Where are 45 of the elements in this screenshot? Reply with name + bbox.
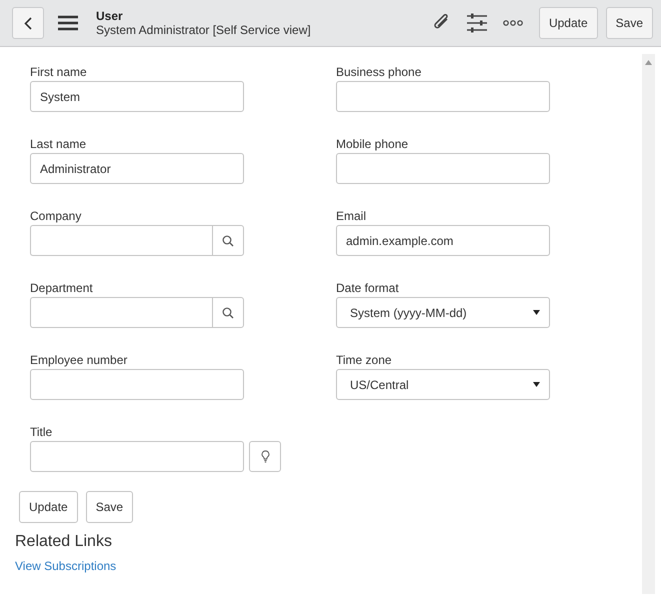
scroll-up-icon bbox=[645, 60, 652, 65]
reference-field[interactable] bbox=[30, 297, 212, 328]
caret-icon bbox=[533, 310, 540, 315]
select-field[interactable]: US/Central bbox=[336, 369, 550, 400]
form-button[interactable]: Update bbox=[19, 491, 78, 523]
text-field[interactable] bbox=[30, 441, 244, 472]
select-field[interactable]: System (yyyy-MM-dd) bbox=[336, 297, 550, 328]
field-label: Company bbox=[30, 209, 82, 224]
field-label: Mobile phone bbox=[336, 137, 410, 152]
search-button[interactable] bbox=[212, 297, 244, 328]
field-label: Time zone bbox=[336, 353, 393, 368]
form-title: User bbox=[96, 9, 124, 23]
back-button[interactable] bbox=[12, 7, 44, 39]
text-field[interactable] bbox=[30, 369, 244, 400]
lightbulb-icon bbox=[260, 450, 270, 463]
search-icon bbox=[222, 306, 234, 318]
more-icon bbox=[502, 20, 523, 26]
reference-field[interactable] bbox=[30, 225, 212, 256]
field-label: Department bbox=[30, 281, 94, 296]
menu-icon bbox=[58, 15, 78, 31]
chevron-left-icon bbox=[24, 16, 32, 30]
header-button[interactable]: Update bbox=[538, 7, 598, 39]
field-label: Title bbox=[30, 425, 54, 440]
search-icon bbox=[222, 234, 234, 246]
text-field[interactable]: admin.example.com bbox=[336, 225, 550, 256]
scrollbar[interactable] bbox=[642, 54, 655, 594]
form-button[interactable]: Save bbox=[86, 491, 134, 523]
section-heading: Related Links bbox=[15, 533, 113, 551]
related-link[interactable]: View Subscriptions bbox=[15, 559, 642, 573]
field-label: Email bbox=[336, 209, 368, 224]
text-field[interactable] bbox=[336, 81, 550, 112]
text-field[interactable]: Administrator bbox=[30, 153, 244, 184]
header-button[interactable]: Save bbox=[606, 7, 653, 39]
caret-icon bbox=[533, 382, 540, 387]
suggestion-button[interactable] bbox=[249, 441, 281, 472]
search-button[interactable] bbox=[212, 225, 244, 256]
text-field[interactable] bbox=[336, 153, 550, 184]
sliders-icon bbox=[466, 13, 487, 33]
field-label: Date format bbox=[336, 281, 400, 296]
text-field[interactable]: System bbox=[30, 81, 244, 112]
field-label: Business phone bbox=[336, 65, 422, 80]
field-label: Last name bbox=[30, 137, 88, 152]
form-subtitle: System Administrator [Self Service view] bbox=[96, 23, 312, 37]
field-label: Employee number bbox=[30, 353, 128, 368]
field-label: First name bbox=[30, 65, 88, 80]
